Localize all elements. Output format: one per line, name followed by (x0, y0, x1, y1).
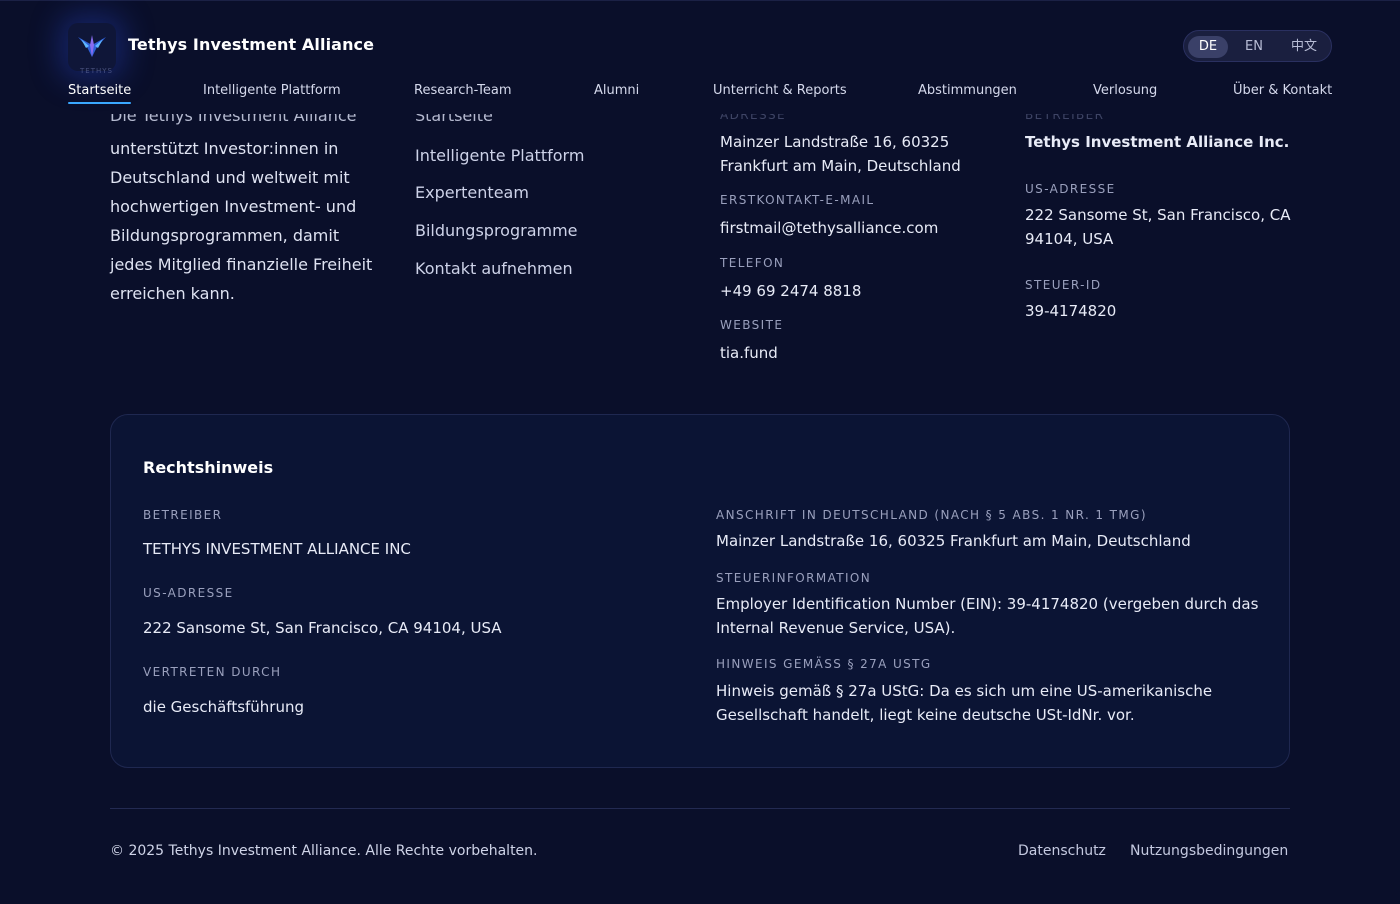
quicklink-kontakt[interactable]: Kontakt aufnehmen (415, 259, 573, 278)
logo-wordmark: TETHYS (80, 67, 113, 75)
copyright: © 2025 Tethys Investment Alliance. Alle … (110, 843, 538, 859)
legal-de-address-value: Mainzer Landstraße 16, 60325 Frankfurt a… (716, 532, 1191, 550)
tax-id-value: 39-4174820 (1025, 302, 1117, 320)
logo[interactable] (68, 23, 116, 71)
quicklink-expertenteam[interactable]: Expertenteam (415, 183, 529, 202)
lang-zh-button[interactable]: 中文 (1282, 36, 1326, 58)
ustg-line: Hinweis gemäß § 27a UStG: Da es sich um … (716, 682, 1213, 700)
legal-us-address-value: 222 Sansome St, San Francisco, CA 94104,… (143, 619, 502, 637)
legal-tax-info-value: Employer Identification Number (EIN): 39… (716, 592, 1258, 640)
nav-intelligente-plattform[interactable]: Intelligente Plattform (203, 83, 341, 98)
legal-operator-label: BETREIBER (143, 508, 223, 522)
active-nav-indicator (68, 102, 131, 104)
us-address-line: 222 Sansome St, San Francisco, CA (1025, 206, 1291, 224)
site-header: TETHYS Tethys Investment Alliance DE EN … (0, 0, 1400, 112)
email-link[interactable]: firstmail@tethysalliance.com (720, 216, 938, 240)
nav-ueber-kontakt[interactable]: Über & Kontakt (1233, 83, 1332, 98)
website-label: WEBSITE (720, 318, 784, 332)
address-line: Mainzer Landstraße 16, 60325 (720, 133, 950, 151)
about-line: hochwertigen Investment- und (110, 197, 357, 216)
legal-represented-value: die Geschäftsführung (143, 698, 305, 716)
us-address-label: US-ADRESSE (1025, 182, 1116, 196)
brand-name[interactable]: Tethys Investment Alliance (128, 35, 374, 54)
us-address-line: 94104, USA (1025, 230, 1114, 248)
terms-link[interactable]: Nutzungsbedingungen (1130, 843, 1288, 859)
quicklink-bildungsprogramme[interactable]: Bildungsprogramme (415, 221, 578, 240)
legal-ustg-label: HINWEIS GEMÄSS § 27A USTG (716, 657, 932, 671)
email-label: ERSTKONTAKT-E-MAIL (720, 193, 875, 207)
lang-en-button[interactable]: EN (1234, 36, 1274, 58)
footer-divider (110, 808, 1290, 809)
about-line: unterstützt Investor:innen in (110, 139, 339, 158)
privacy-link[interactable]: Datenschutz (1018, 843, 1106, 859)
legal-represented-label: VERTRETEN DURCH (143, 665, 282, 679)
nav-verlosung[interactable]: Verlosung (1093, 83, 1157, 98)
about-text: unterstützt Investor:innen in Deutschlan… (110, 134, 380, 308)
phone-link[interactable]: +49 69 2474 8818 (720, 279, 861, 303)
ustg-line: Gesellschaft handelt, liegt keine deutsc… (716, 706, 1135, 724)
about-line: erreichen kann. (110, 284, 235, 303)
language-switcher: DE EN 中文 (1183, 30, 1332, 62)
about-line: Bildungsprogrammen, damit (110, 226, 340, 245)
about-line: Deutschland und weltweit mit (110, 168, 350, 187)
lang-de-button[interactable]: DE (1188, 36, 1228, 58)
legal-de-address-label: ANSCHRIFT IN DEUTSCHLAND (NACH § 5 ABS. … (716, 508, 1147, 522)
legal-tax-info-label: STEUERINFORMATION (716, 571, 872, 585)
nav-research-team[interactable]: Research-Team (414, 83, 512, 98)
tax-id-label: STEUER-ID (1025, 278, 1102, 292)
trident-logo-icon (78, 35, 106, 57)
legal-ustg-value: Hinweis gemäß § 27a UStG: Da es sich um … (716, 679, 1212, 727)
tax-info-line: Internal Revenue Service, USA). (716, 619, 956, 637)
legal-us-address-label: US-ADRESSE (143, 586, 234, 600)
legal-notice-title: Rechtshinweis (143, 458, 274, 477)
nav-startseite[interactable]: Startseite (68, 83, 131, 98)
address-value: Mainzer Landstraße 16, 60325 Frankfurt a… (720, 130, 961, 178)
phone-label: TELEFON (720, 256, 785, 270)
legal-operator-value: TETHYS INVESTMENT ALLIANCE INC (143, 540, 411, 558)
website-link[interactable]: tia.fund (720, 341, 778, 365)
quicklink-intelligente-plattform[interactable]: Intelligente Plattform (415, 146, 584, 165)
nav-alumni[interactable]: Alumni (594, 83, 639, 98)
nav-abstimmungen[interactable]: Abstimmungen (918, 83, 1017, 98)
tax-info-line: Employer Identification Number (EIN): 39… (716, 595, 1259, 613)
nav-unterricht-reports[interactable]: Unterricht & Reports (713, 83, 847, 98)
us-address-value: 222 Sansome St, San Francisco, CA 94104,… (1025, 203, 1290, 251)
about-line: jedes Mitglied finanzielle Freiheit (110, 255, 373, 274)
address-line: Frankfurt am Main, Deutschland (720, 157, 961, 175)
operator-name: Tethys Investment Alliance Inc. (1025, 133, 1290, 151)
